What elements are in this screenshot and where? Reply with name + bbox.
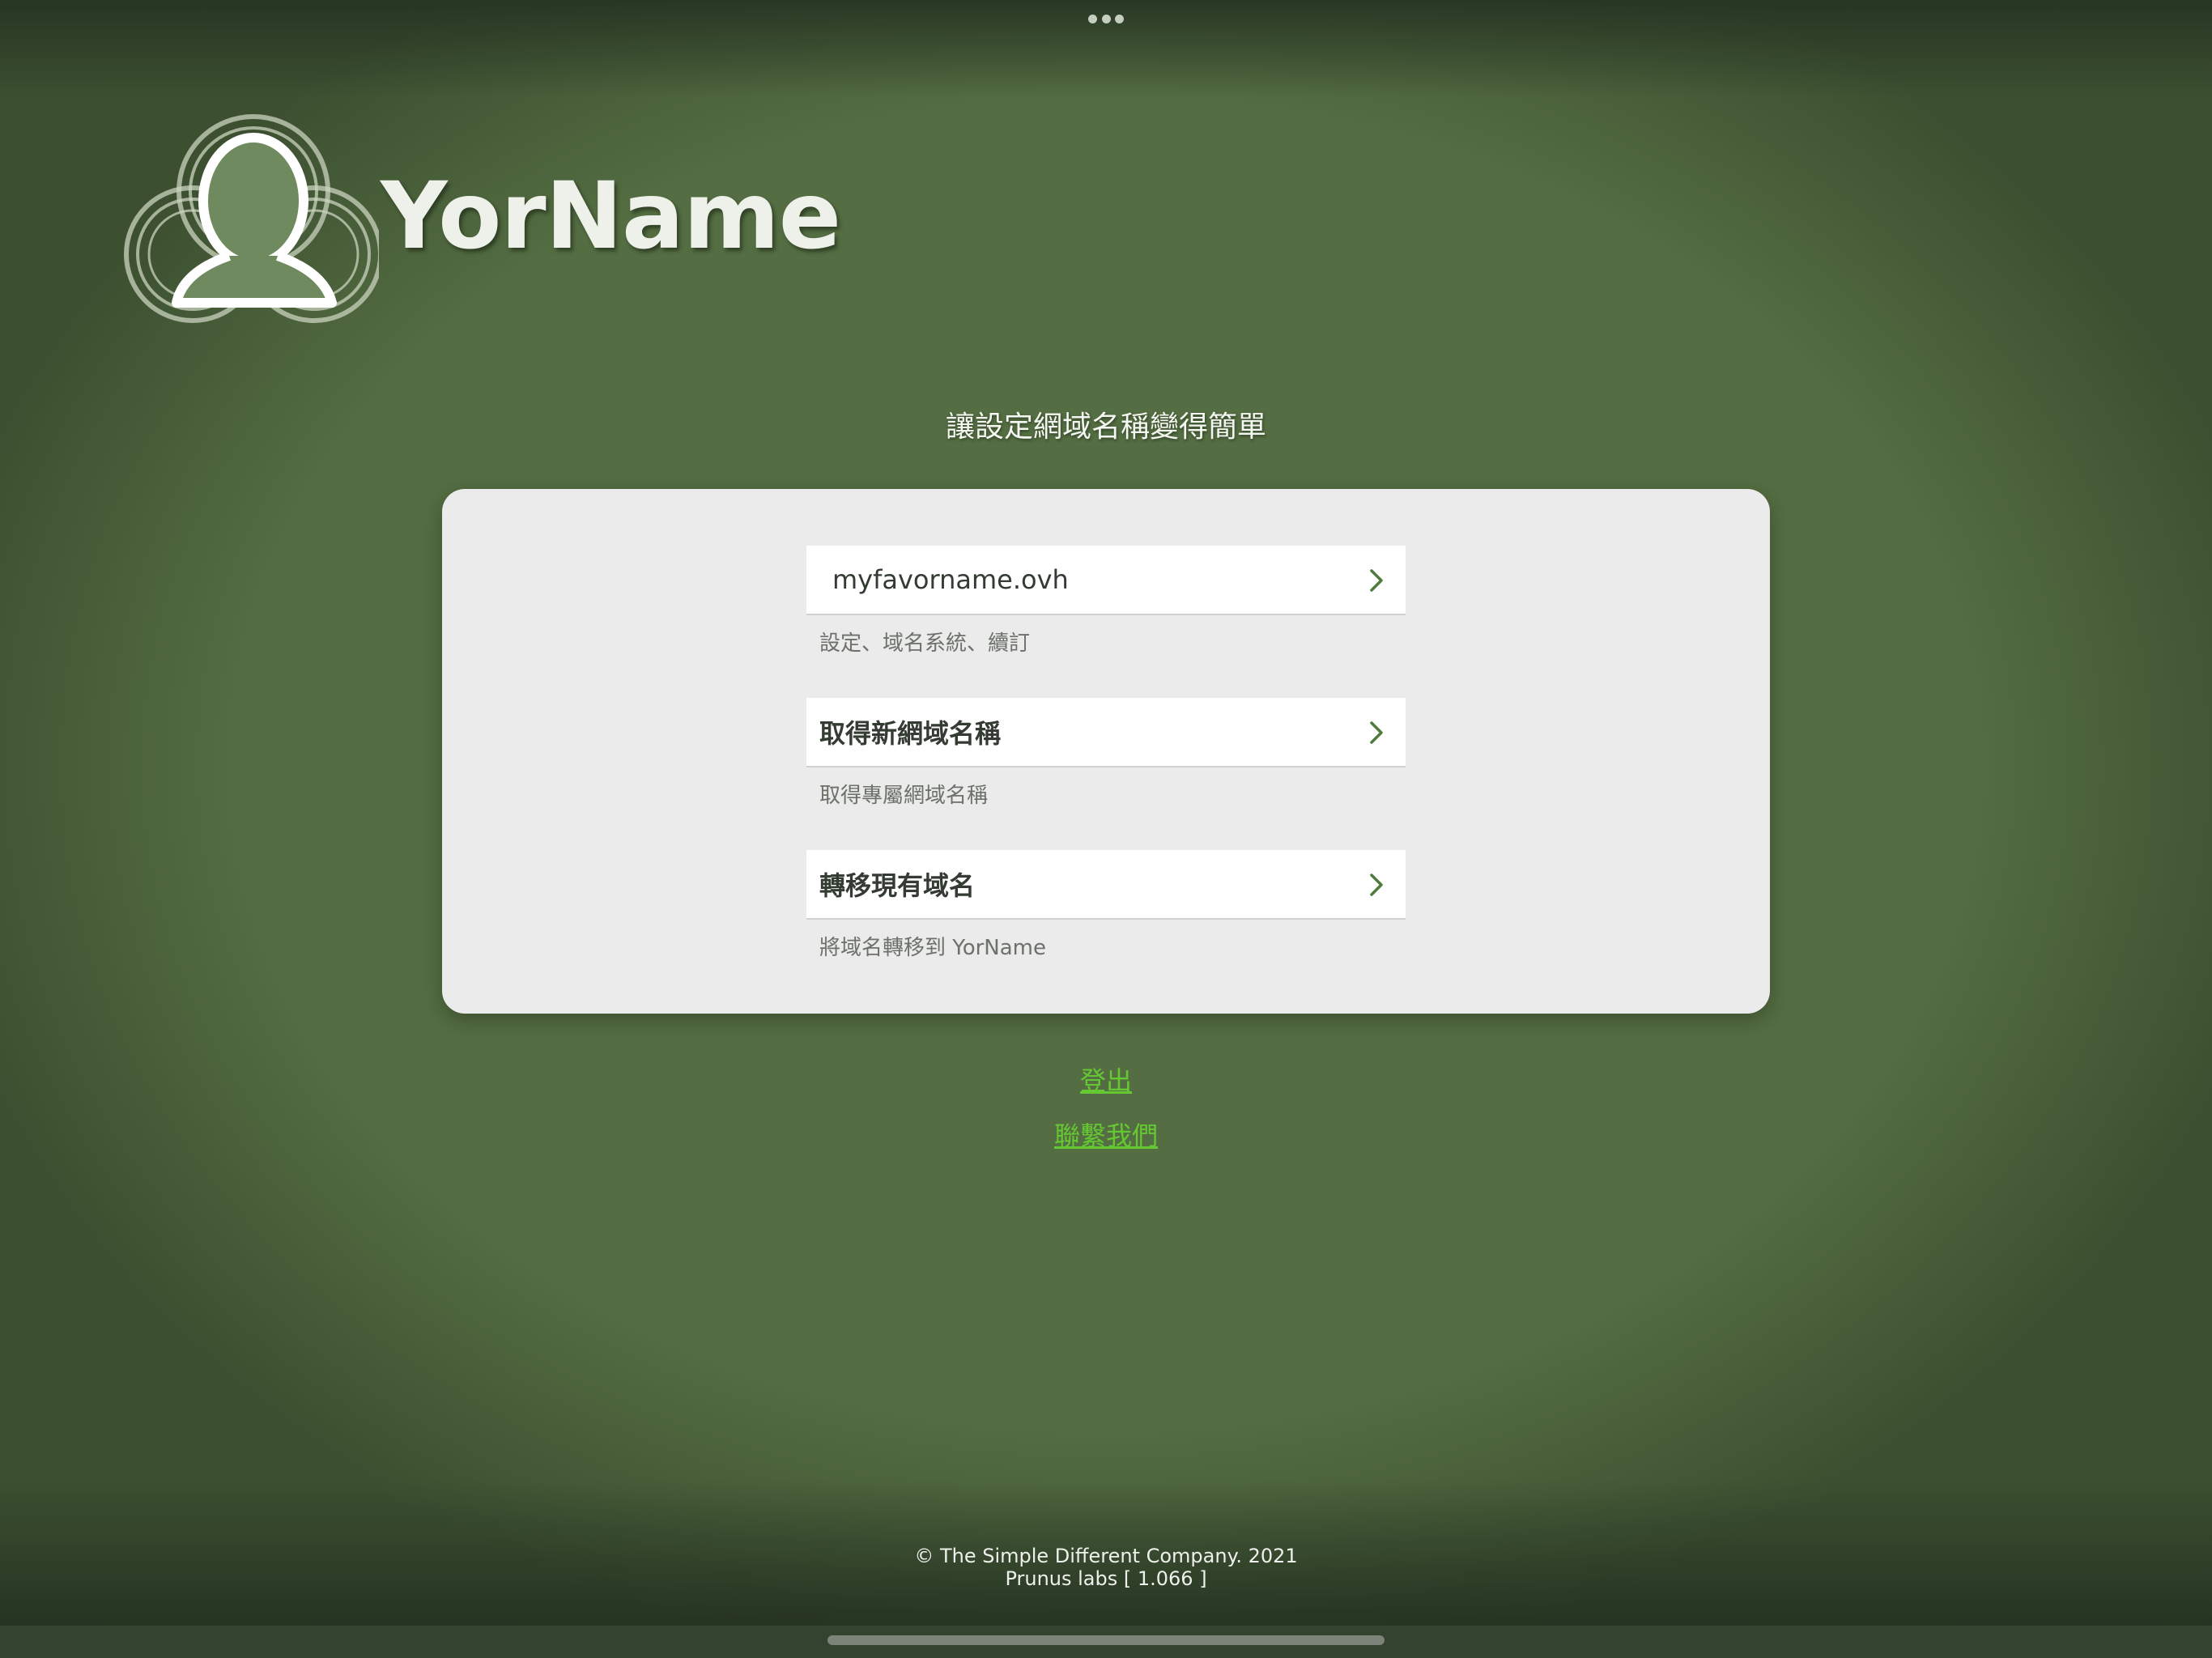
- get-new-domain-subtitle: 取得專屬網域名稱: [819, 784, 989, 808]
- brand-name: YorName: [381, 162, 841, 270]
- contact-link-row: 聯繫我們: [0, 1116, 2212, 1153]
- person-knot-logo-icon: [124, 114, 379, 323]
- app-screen: YorName 讓設定網域名稱變得簡單 myfavorname.ovh 設定、域…: [0, 0, 2212, 1626]
- domain-name-label: myfavorname.ovh: [832, 564, 1069, 595]
- transfer-domain-subtitle: 將域名轉移到 YorName: [819, 936, 1046, 960]
- transfer-domain-row[interactable]: 轉移現有域名: [806, 850, 1406, 920]
- chevron-right-icon: [1370, 569, 1383, 592]
- logout-link[interactable]: 登出: [1080, 1065, 1132, 1096]
- chevron-right-icon: [1370, 874, 1383, 896]
- footer-copyright: © The Simple Different Company. 2021: [914, 1545, 1298, 1567]
- logout-link-row: 登出: [0, 1061, 2212, 1098]
- footer-version: Prunus labs [ 1.066 ]: [1005, 1567, 1207, 1590]
- get-new-domain-label: 取得新網域名稱: [819, 718, 1002, 749]
- home-indicator[interactable]: [827, 1635, 1385, 1645]
- chevron-right-icon: [1370, 721, 1383, 744]
- transfer-domain-label: 轉移現有域名: [819, 870, 976, 901]
- get-new-domain-row[interactable]: 取得新網域名稱: [806, 698, 1406, 767]
- domain-manage-row[interactable]: myfavorname.ovh: [806, 546, 1406, 615]
- domain-manage-subtitle: 設定、域名系統、續訂: [819, 631, 1031, 656]
- menu-card: myfavorname.ovh 設定、域名系統、續訂 取得新網域名稱 取得專屬網…: [442, 489, 1770, 1014]
- multitasking-menu-dots-icon[interactable]: [1088, 15, 1124, 24]
- contact-us-link[interactable]: 聯繫我們: [1054, 1120, 1158, 1151]
- tagline: 讓設定網域名稱變得簡單: [945, 410, 1266, 444]
